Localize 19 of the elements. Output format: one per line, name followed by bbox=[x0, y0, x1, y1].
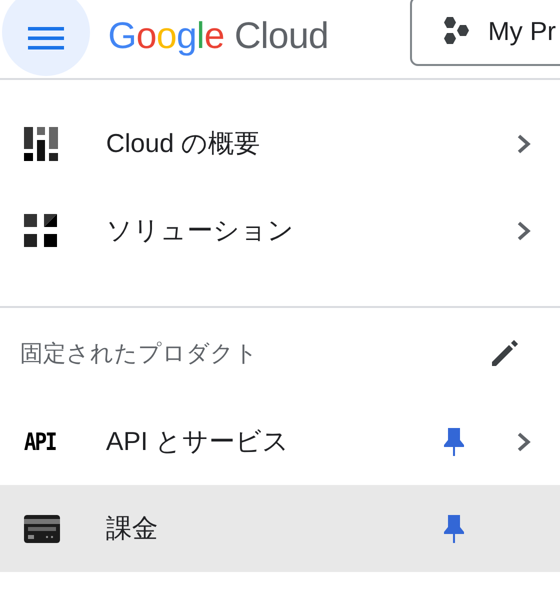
nav-item-label: ソリューション bbox=[106, 214, 295, 247]
nav-item-label: 課金 bbox=[106, 512, 159, 545]
nav-item[interactable]: 課金 bbox=[0, 485, 560, 572]
edit-button[interactable] bbox=[490, 338, 520, 368]
nav-item[interactable]: API API とサービス bbox=[0, 398, 560, 485]
nav-item-label: Cloud の概要 bbox=[106, 127, 262, 160]
pencil-icon bbox=[490, 338, 520, 368]
logo-brand: Google bbox=[108, 15, 224, 56]
section-heading: 固定されたプロダクト bbox=[20, 338, 259, 368]
dashboard-icon bbox=[24, 126, 58, 160]
menu-icon bbox=[27, 24, 65, 50]
credit-card-icon bbox=[24, 514, 60, 542]
nav-item[interactable]: ソリューション bbox=[0, 187, 560, 274]
api-icon: API bbox=[24, 424, 56, 460]
logo-product: Cloud bbox=[234, 15, 329, 56]
grid-icon bbox=[24, 214, 58, 248]
nav-item[interactable]: Cloud の概要 bbox=[0, 100, 560, 187]
project-picker-button[interactable]: My Pr bbox=[410, 0, 560, 66]
nav-item-label: API とサービス bbox=[106, 425, 290, 458]
